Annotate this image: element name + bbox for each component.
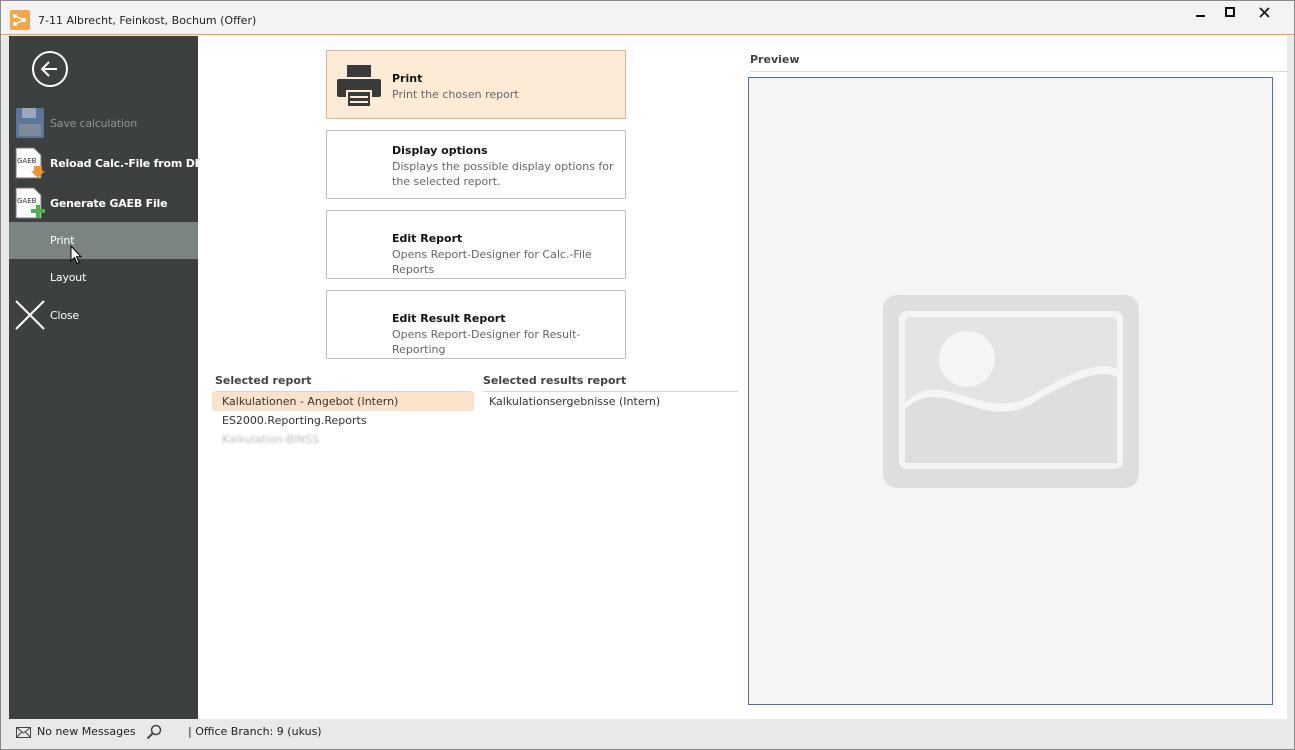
selected-report-header: Selected report <box>215 374 471 392</box>
report-list-item[interactable]: Kalkulation-BINSS <box>212 430 474 449</box>
image-placeholder-icon <box>883 295 1139 488</box>
backstage-sidebar: Save calculation GAEB Reload Calc.-File … <box>9 36 203 719</box>
maximize-button[interactable] <box>1215 4 1245 24</box>
sidebar-item-save-calculation[interactable]: Save calculation <box>9 105 198 142</box>
display-options-button[interactable]: Display options Displays the possible di… <box>326 130 626 199</box>
preview-title: Preview <box>750 53 1288 72</box>
preview-area <box>748 77 1273 705</box>
minimize-button[interactable] <box>1186 4 1216 24</box>
sidebar-item-label: Generate GAEB File <box>50 197 168 210</box>
back-arrow-icon <box>40 61 57 77</box>
svg-text:GAEB: GAEB <box>17 197 37 205</box>
sidebar-item-print[interactable]: Print <box>9 222 198 259</box>
floppy-disk-icon <box>16 108 44 138</box>
report-list-item[interactable]: Kalkulationen - Angebot (Intern) <box>212 392 474 411</box>
sidebar-item-reload-calc-file[interactable]: GAEB Reload Calc.-File from DB <box>9 145 203 182</box>
edit-result-report-button[interactable]: Edit Result Report Opens Report-Designer… <box>326 290 626 359</box>
sidebar-item-label: Save calculation <box>50 117 138 130</box>
results-report-list-item[interactable]: Kalkulationsergebnisse (Intern) <box>479 392 738 411</box>
search-icon[interactable] <box>146 724 162 740</box>
messages-status[interactable]: No new Messages <box>37 725 136 738</box>
mouse-cursor-icon <box>70 245 82 265</box>
back-button[interactable] <box>32 51 68 87</box>
selected-results-report-header: Selected results report <box>483 374 738 392</box>
window-title: 7-11 Albrecht, Feinkost, Bochum (Offer) <box>38 14 257 27</box>
close-x-icon <box>15 300 45 330</box>
action-title: Print <box>392 72 423 85</box>
edit-report-button[interactable]: Edit Report Opens Report-Designer for Ca… <box>326 210 626 279</box>
app-logo-icon <box>10 10 30 30</box>
printer-icon <box>337 65 381 108</box>
report-list-item[interactable]: ES2000.Reporting.Reports <box>212 411 474 430</box>
print-action-button[interactable]: Print Print the chosen report <box>326 50 626 119</box>
print-panel: Print Print the chosen report Display op… <box>198 36 1288 719</box>
sidebar-item-label: Reload Calc.-File from DB <box>50 157 203 170</box>
svg-text:GAEB: GAEB <box>17 157 37 165</box>
gaeb-add-icon: GAEB <box>15 187 45 219</box>
action-title: Edit Report <box>392 232 463 245</box>
status-bar: No new Messages | Office Branch: 9 (ukus… <box>9 720 1289 744</box>
office-branch-status: | Office Branch: 9 (ukus) <box>188 725 322 738</box>
envelope-icon <box>16 727 31 738</box>
action-description: Opens Report-Designer for Calc.-File Rep… <box>392 248 592 276</box>
action-title: Edit Result Report <box>392 312 506 325</box>
sidebar-item-layout[interactable]: Layout <box>9 259 198 296</box>
action-title: Display options <box>392 144 488 157</box>
gaeb-download-icon: GAEB <box>15 147 45 179</box>
action-description: Opens Report-Designer for Result-Reporti… <box>392 328 581 356</box>
close-window-button[interactable] <box>1250 4 1280 24</box>
action-description: Displays the possible display options fo… <box>392 160 614 188</box>
action-description: Print the chosen report <box>392 88 519 101</box>
application-window: 7-11 Albrecht, Feinkost, Bochum (Offer) … <box>0 0 1295 750</box>
sidebar-item-generate-gaeb[interactable]: GAEB Generate GAEB File <box>9 185 198 222</box>
sidebar-item-close[interactable]: Close <box>9 297 198 334</box>
sidebar-item-label: Close <box>50 309 79 322</box>
title-bar: 7-11 Albrecht, Feinkost, Bochum (Offer) <box>1 1 1294 35</box>
sidebar-item-label: Layout <box>50 271 87 284</box>
